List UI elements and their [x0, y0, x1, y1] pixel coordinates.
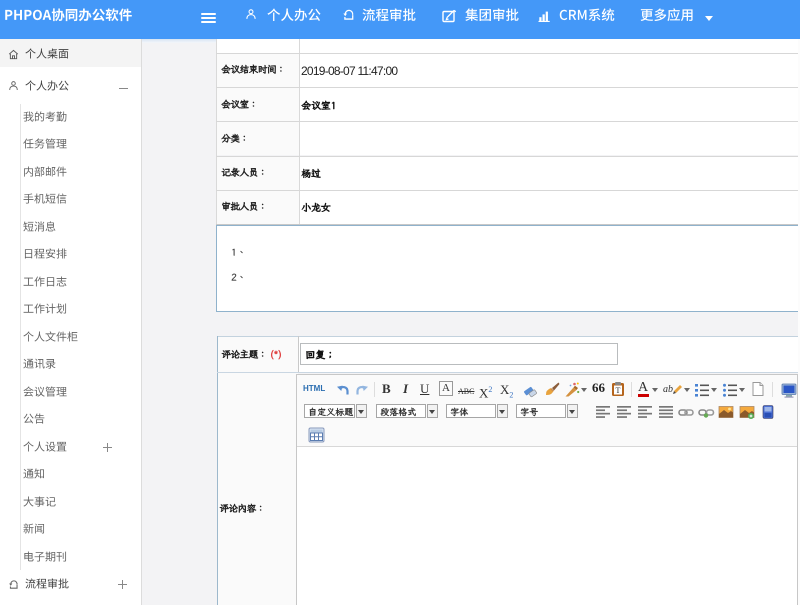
- svg-text:T: T: [616, 386, 621, 395]
